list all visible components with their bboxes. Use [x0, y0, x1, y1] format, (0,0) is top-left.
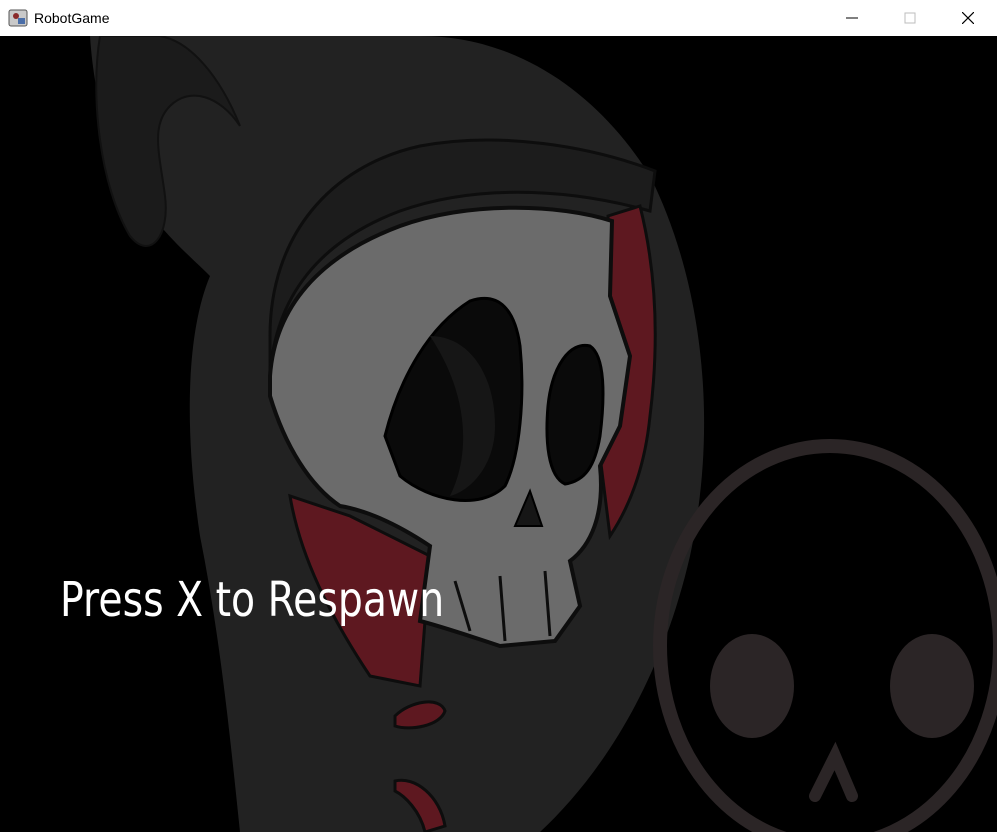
close-button[interactable] — [939, 0, 997, 36]
maximize-icon — [904, 12, 916, 24]
app-window: RobotGame Press X to Respawn — [0, 0, 997, 832]
app-icon — [8, 9, 28, 27]
title-bar[interactable]: RobotGame — [0, 0, 997, 36]
death-screen-art — [90, 36, 997, 832]
maximize-button[interactable] — [881, 0, 939, 36]
respawn-message: Press X to Respawn — [60, 572, 445, 628]
skull-emblem-eye-left — [710, 634, 794, 738]
minimize-icon — [846, 17, 858, 19]
window-controls — [823, 0, 997, 36]
close-icon — [962, 12, 974, 24]
game-canvas[interactable]: Press X to Respawn — [0, 36, 997, 832]
skull-emblem-eye-right — [890, 634, 974, 738]
minimize-button[interactable] — [823, 0, 881, 36]
skull-emblem-nose — [809, 741, 858, 802]
window-title: RobotGame — [34, 10, 110, 26]
